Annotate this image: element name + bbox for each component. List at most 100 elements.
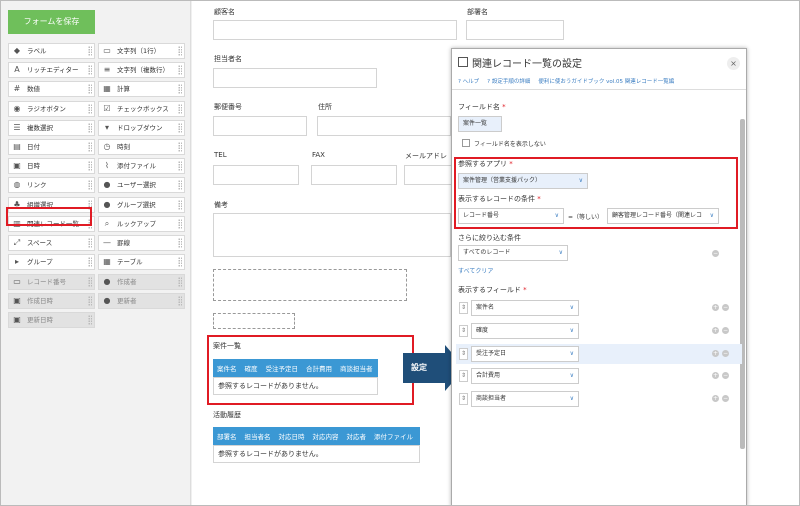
palette-item[interactable]: ⌕ ルックアップ <box>98 215 185 232</box>
drag-handle-icon[interactable] <box>178 46 182 56</box>
palette-item[interactable]: ▭ 文字列（1行） <box>98 43 185 59</box>
guidebook-link[interactable]: 便利に使おうガイドブック vol.05 関連レコード一覧編 <box>538 77 674 85</box>
display-field-select[interactable]: 案件名 ∨ <box>471 300 579 316</box>
reorder-handle-icon[interactable]: ⇕ <box>459 302 468 314</box>
drag-handle-icon[interactable] <box>178 257 182 268</box>
remove-field-icon[interactable]: − <box>722 304 729 311</box>
dialog-scrollbar[interactable] <box>740 119 745 449</box>
drag-handle-icon[interactable] <box>88 103 92 114</box>
palette-item[interactable]: ▤ 日付 <box>8 139 95 155</box>
remove-field-icon[interactable]: − <box>722 349 729 357</box>
palette-item[interactable]: # 数値 <box>8 81 95 98</box>
drag-handle-icon[interactable] <box>88 161 92 172</box>
drag-handle-icon[interactable] <box>178 238 182 248</box>
save-form-button[interactable]: フォームを保存 <box>8 10 95 34</box>
drag-handle-icon[interactable] <box>178 142 182 152</box>
system-palette-item[interactable]: ● 作成者 <box>98 274 185 290</box>
drag-handle-icon[interactable] <box>88 142 92 152</box>
chevron-down-icon: ∨ <box>569 326 574 334</box>
notes-field[interactable] <box>213 213 451 257</box>
drag-handle-icon[interactable] <box>178 296 182 307</box>
system-palette-item[interactable]: ● 更新者 <box>98 293 185 310</box>
drag-handle-icon[interactable] <box>178 161 182 172</box>
field-name-input[interactable]: 案件一覧 <box>458 116 502 132</box>
clear-all-link[interactable]: すべてクリア <box>458 266 493 275</box>
palette-item[interactable]: ◆ ラベル <box>8 43 95 59</box>
palette-item[interactable]: ▸ グループ <box>8 254 95 271</box>
system-palette-item[interactable]: ▣ 作成日時 <box>8 293 95 310</box>
drag-handle-icon[interactable] <box>88 180 92 191</box>
palette-item[interactable]: — 罫線 <box>98 235 185 251</box>
column-header: 対応者 <box>346 433 367 441</box>
drag-handle-icon[interactable] <box>178 65 182 76</box>
chevron-down-icon: ∨ <box>569 304 574 311</box>
customer-name-field[interactable] <box>213 20 457 40</box>
space-placeholder-small[interactable] <box>213 313 295 329</box>
display-field-select[interactable]: 合計費用 ∨ <box>471 368 579 385</box>
department-field[interactable] <box>466 20 564 40</box>
palette-item[interactable]: ☑ チェックボックス <box>98 100 185 117</box>
help-link[interactable]: ? ヘルプ <box>458 77 479 85</box>
drag-handle-icon[interactable] <box>178 218 182 229</box>
space-placeholder[interactable] <box>213 269 407 301</box>
drag-handle-icon[interactable] <box>88 122 92 133</box>
person-field[interactable] <box>213 68 377 88</box>
system-palette-item[interactable]: ▭ レコード番号 <box>8 274 95 290</box>
add-field-icon[interactable]: + <box>712 395 719 403</box>
display-field-select[interactable]: 確度 ∨ <box>471 322 579 339</box>
palette-item[interactable]: ● グループ選択 <box>98 196 185 213</box>
drag-handle-icon[interactable] <box>178 180 182 191</box>
palette-item[interactable]: ▣ 日時 <box>8 158 95 175</box>
palette-item[interactable]: ▦ 計算 <box>98 81 185 98</box>
remove-filter-icon[interactable]: − <box>712 250 719 257</box>
tel-field[interactable] <box>213 165 299 185</box>
palette-item[interactable]: ◷ 時刻 <box>98 139 185 155</box>
add-field-icon[interactable]: + <box>712 304 719 311</box>
palette-item[interactable]: ▾ ドロップダウン <box>98 119 185 136</box>
steps-link[interactable]: ? 設定手順の詳細 <box>487 77 530 85</box>
drag-handle-icon[interactable] <box>178 122 182 133</box>
drag-handle-icon[interactable] <box>178 84 182 95</box>
address-field[interactable] <box>317 116 451 136</box>
palette-item[interactable]: A リッチエディター <box>8 62 95 79</box>
drag-handle-icon[interactable] <box>88 65 92 76</box>
drag-handle-icon[interactable] <box>88 277 92 287</box>
remove-field-icon[interactable]: − <box>722 326 729 334</box>
palette-item[interactable]: ≡ 文字列（複数行） <box>98 62 185 79</box>
reorder-handle-icon[interactable]: ⇕ <box>459 393 468 406</box>
email-field[interactable] <box>404 165 452 185</box>
palette-item[interactable]: ☰ 複数選択 <box>8 119 95 136</box>
system-palette-item[interactable]: ▣ 更新日時 <box>8 312 95 329</box>
display-field-select[interactable]: 受注予定日 ∨ <box>471 345 579 362</box>
remove-field-icon[interactable]: − <box>722 372 729 380</box>
palette-item[interactable]: ▦ テーブル <box>98 254 185 271</box>
palette-item[interactable]: ◉ ラジオボタン <box>8 100 95 117</box>
hide-field-name-checkbox[interactable] <box>462 139 470 147</box>
drag-handle-icon[interactable] <box>178 277 182 287</box>
reorder-handle-icon[interactable]: ⇕ <box>459 347 468 360</box>
drag-handle-icon[interactable] <box>88 296 92 307</box>
filter-select[interactable]: すべてのレコード ∨ <box>458 245 568 261</box>
drag-handle-icon[interactable] <box>88 257 92 268</box>
palette-item[interactable]: ⤢ スペース <box>8 235 95 251</box>
reorder-handle-icon[interactable]: ⇕ <box>459 370 468 383</box>
add-field-icon[interactable]: + <box>712 372 719 380</box>
drag-handle-icon[interactable] <box>88 315 92 326</box>
postal-code-field[interactable] <box>213 116 307 136</box>
reorder-handle-icon[interactable]: ⇕ <box>459 324 468 337</box>
drag-handle-icon[interactable] <box>88 46 92 56</box>
drag-handle-icon[interactable] <box>88 84 92 95</box>
add-field-icon[interactable]: + <box>712 326 719 334</box>
fax-field[interactable] <box>311 165 397 185</box>
palette-item[interactable]: ⌇ 添付ファイル <box>98 158 185 175</box>
palette-item[interactable]: ◍ リンク <box>8 177 95 194</box>
drag-handle-icon[interactable] <box>178 103 182 114</box>
display-field-select[interactable]: 商談担当者 ∨ <box>471 391 579 408</box>
remove-field-icon[interactable]: − <box>722 395 729 403</box>
drag-handle-icon[interactable] <box>88 238 92 248</box>
postal-code-label: 郵便番号 <box>214 103 242 111</box>
close-icon[interactable]: × <box>727 57 740 70</box>
palette-item[interactable]: ● ユーザー選択 <box>98 177 185 194</box>
drag-handle-icon[interactable] <box>178 199 182 210</box>
add-field-icon[interactable]: + <box>712 349 719 357</box>
